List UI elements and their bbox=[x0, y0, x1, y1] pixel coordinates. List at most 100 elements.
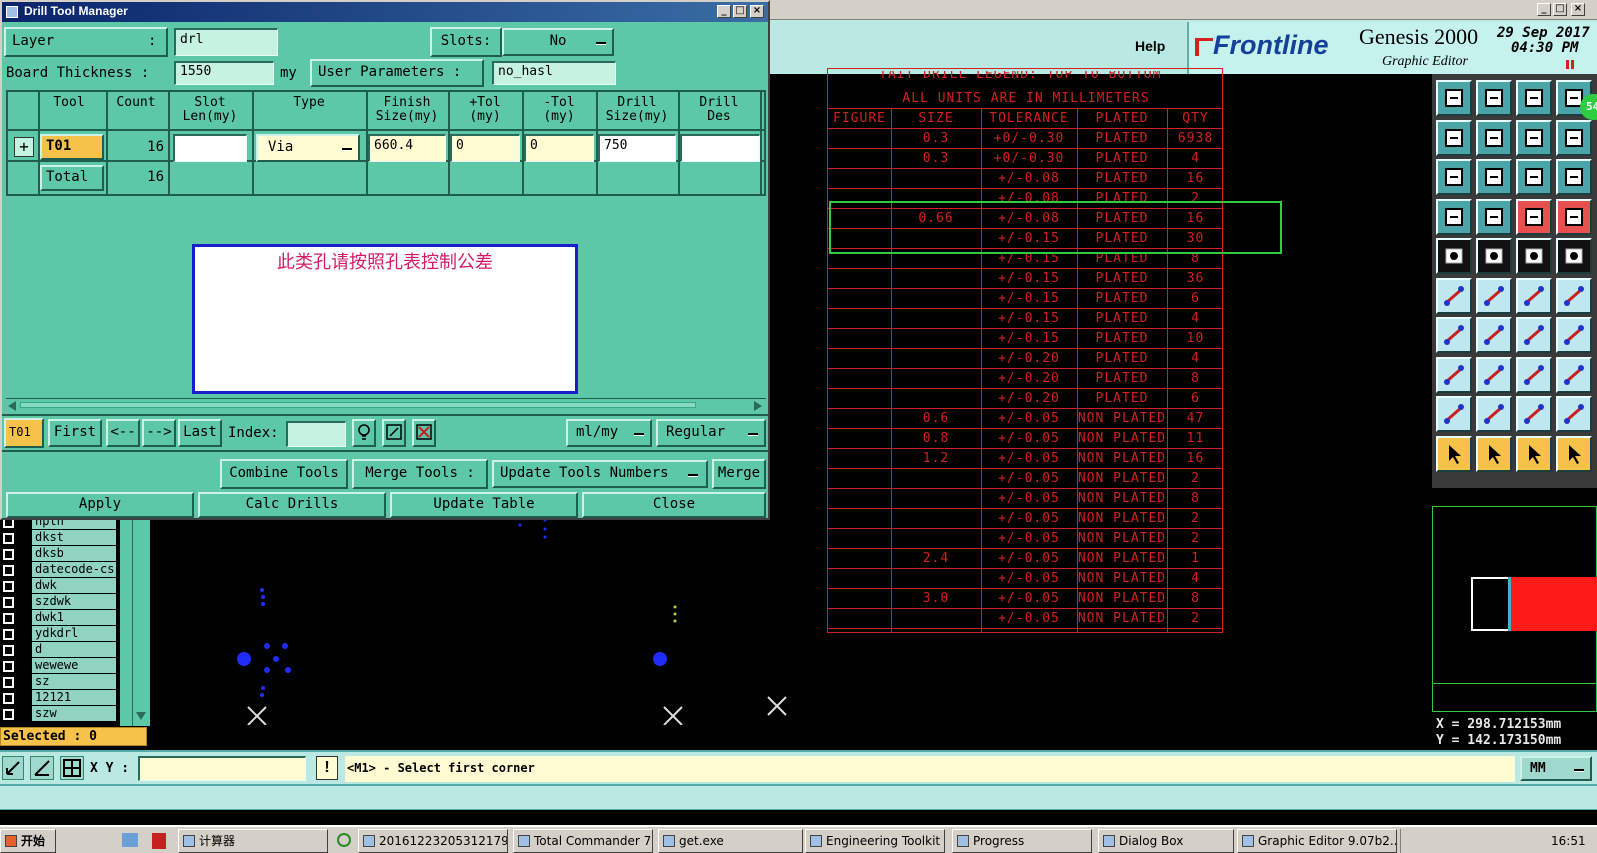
merge-button[interactable]: Merge bbox=[712, 459, 766, 489]
rect-select-icon[interactable] bbox=[1436, 238, 1472, 274]
layer-row[interactable]: szdwk bbox=[0, 594, 117, 610]
layer-checkbox[interactable] bbox=[3, 693, 14, 704]
pointer3-icon[interactable] bbox=[1516, 435, 1552, 472]
line-node-icon[interactable] bbox=[1516, 277, 1552, 314]
measure-h-icon[interactable] bbox=[1516, 356, 1552, 393]
previous-button[interactable]: <-- bbox=[106, 419, 140, 447]
index-input[interactable] bbox=[286, 421, 346, 447]
horizontal-scrollbar[interactable] bbox=[6, 398, 766, 411]
zoom-window-icon[interactable] bbox=[1476, 159, 1512, 195]
last-button[interactable]: Last bbox=[178, 419, 222, 447]
ruler-icon[interactable] bbox=[1516, 238, 1552, 274]
layer-checkbox[interactable] bbox=[3, 645, 14, 656]
measure-icon[interactable] bbox=[30, 756, 54, 780]
mode-select[interactable]: Regular bbox=[656, 419, 766, 447]
apply-button[interactable]: Apply bbox=[6, 492, 194, 518]
layer-row[interactable]: szw bbox=[0, 706, 117, 722]
connect-icon[interactable] bbox=[1436, 277, 1472, 314]
mini-map[interactable] bbox=[1432, 506, 1597, 712]
layer-checkbox[interactable] bbox=[3, 629, 14, 640]
taskbar-item[interactable]: 计算器 bbox=[178, 829, 328, 853]
layer-row[interactable]: ydkdrl bbox=[0, 626, 117, 642]
layer-row[interactable]: dwk bbox=[0, 578, 117, 594]
line-node2-icon[interactable] bbox=[1556, 277, 1592, 314]
layer-checkbox[interactable] bbox=[3, 613, 14, 624]
home-icon[interactable] bbox=[1516, 80, 1552, 116]
delete-icon[interactable] bbox=[412, 419, 436, 447]
start-button[interactable]: 开始 bbox=[0, 829, 56, 853]
maximize-button[interactable]: □ bbox=[1553, 3, 1567, 16]
layer-checkbox[interactable] bbox=[3, 581, 14, 592]
network-icon[interactable] bbox=[122, 833, 138, 847]
units-select[interactable]: ml/my bbox=[566, 419, 652, 447]
layer-checkbox[interactable] bbox=[3, 677, 14, 688]
combine-tools-button[interactable]: Combine Tools bbox=[220, 459, 348, 489]
type-dropdown[interactable]: Via bbox=[256, 134, 360, 162]
find-icon[interactable] bbox=[352, 419, 376, 447]
drill-size-input[interactable]: 750 bbox=[598, 134, 676, 162]
bracket-icon[interactable] bbox=[1556, 317, 1592, 353]
layer-checkbox[interactable] bbox=[3, 565, 14, 576]
layer-row[interactable]: d bbox=[0, 642, 117, 658]
close-dialog-button[interactable]: Close bbox=[582, 492, 766, 518]
layer-row[interactable]: 12121 bbox=[0, 690, 117, 706]
scroll-right-arrow[interactable] bbox=[754, 401, 762, 411]
update-tools-numbers-dropdown[interactable]: Update Tools Numbers bbox=[492, 460, 708, 488]
zoom-fit-icon[interactable] bbox=[1436, 159, 1472, 195]
hand-icon[interactable] bbox=[1436, 198, 1472, 235]
layer-checkbox[interactable] bbox=[3, 597, 14, 608]
first-button[interactable]: First bbox=[48, 419, 102, 447]
scroll-down-arrow[interactable] bbox=[136, 712, 146, 720]
grid-icon[interactable] bbox=[60, 756, 84, 780]
warning-icon[interactable]: ! bbox=[316, 756, 338, 780]
total-button[interactable]: Total bbox=[40, 165, 104, 191]
minus-tolerance-input[interactable]: 0 bbox=[524, 134, 594, 162]
dialog-close-button[interactable]: × bbox=[750, 5, 764, 18]
close-button[interactable]: × bbox=[1571, 3, 1585, 16]
help-menu[interactable]: Help bbox=[1135, 38, 1165, 54]
layer-row[interactable]: dksb bbox=[0, 546, 117, 562]
scale-icon[interactable] bbox=[1516, 159, 1552, 195]
taskbar-item[interactable]: get.exe bbox=[658, 829, 803, 853]
layer-red-icon[interactable] bbox=[1516, 198, 1552, 235]
taskbar-item[interactable]: Total Commander 7.0... bbox=[513, 829, 653, 853]
align-left-icon[interactable] bbox=[1436, 119, 1472, 156]
taskbar-item[interactable]: Graphic Editor 9.07b2... bbox=[1237, 829, 1397, 853]
triangle4-icon[interactable] bbox=[1556, 396, 1592, 432]
taskbar-item[interactable]: Engineering Toolkit 9.... bbox=[805, 829, 945, 853]
point-icon[interactable] bbox=[1436, 356, 1472, 393]
copy-icon[interactable] bbox=[1556, 356, 1592, 393]
update-table-button[interactable]: Update Table bbox=[390, 492, 578, 518]
taskbar-item[interactable]: 20161223205312179... bbox=[358, 829, 508, 853]
dialog-minimize-button[interactable]: _ bbox=[717, 5, 731, 18]
pointer-icon[interactable] bbox=[1436, 435, 1472, 472]
next-button[interactable]: --> bbox=[142, 419, 176, 447]
xy-input[interactable] bbox=[138, 756, 306, 781]
pointer4-icon[interactable] bbox=[1556, 435, 1592, 472]
layer-checkbox[interactable] bbox=[3, 661, 14, 672]
undo-arc-icon[interactable] bbox=[1516, 317, 1552, 353]
poly-select-icon[interactable] bbox=[1476, 238, 1512, 274]
expand-row-button[interactable]: + bbox=[14, 137, 34, 157]
units-dropdown[interactable]: MM bbox=[1520, 756, 1592, 781]
board-thickness-input[interactable]: 1550 bbox=[174, 61, 274, 85]
layer-row[interactable]: datecode-cs bbox=[0, 562, 117, 578]
layer-checkbox[interactable] bbox=[3, 533, 14, 544]
triangle3-icon[interactable] bbox=[1516, 396, 1552, 432]
slots-dropdown[interactable]: No bbox=[502, 28, 614, 56]
slash-icon[interactable] bbox=[1476, 317, 1512, 353]
calc-drills-button[interactable]: Calc Drills bbox=[198, 492, 386, 518]
triangle2-icon[interactable] bbox=[1476, 396, 1512, 432]
dialog-maximize-button[interactable]: □ bbox=[733, 5, 747, 18]
zoom-fit-icon[interactable] bbox=[2, 756, 24, 780]
plus-tolerance-input[interactable]: 0 bbox=[450, 134, 520, 162]
layer-checkbox[interactable] bbox=[3, 549, 14, 560]
layer-scrollbar[interactable] bbox=[132, 520, 148, 726]
rotate-icon[interactable] bbox=[1516, 119, 1552, 156]
taskbar-item[interactable]: Progress bbox=[952, 829, 1092, 853]
angle-icon[interactable] bbox=[1436, 317, 1472, 353]
flip-icon[interactable] bbox=[1556, 119, 1592, 156]
slot-length-input[interactable] bbox=[173, 134, 247, 162]
layer-row[interactable]: dwk1 bbox=[0, 610, 117, 626]
layer-row[interactable]: wewewe bbox=[0, 658, 117, 674]
